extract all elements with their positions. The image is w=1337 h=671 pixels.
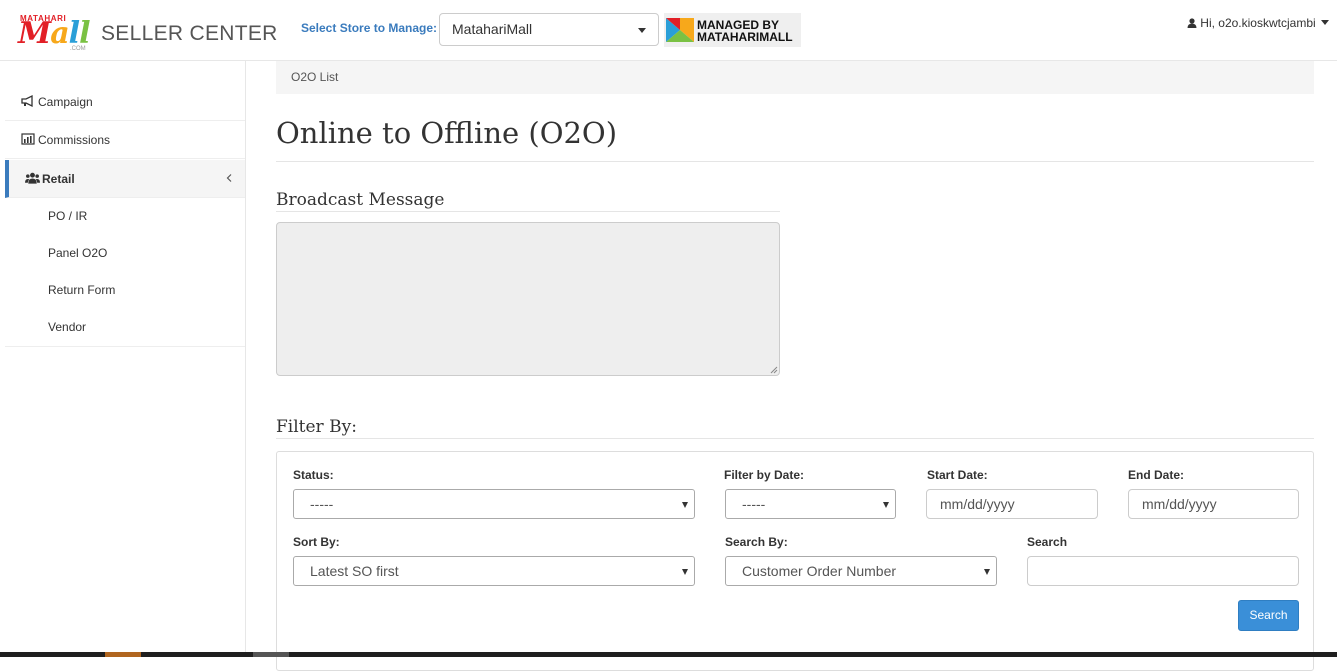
title-divider [276,161,1314,162]
user-menu[interactable]: Hi, o2o.kioskwtcjambi [1187,16,1329,30]
end-date-label: End Date: [1128,468,1185,482]
sidebar-subitem-vendor[interactable]: Vendor [48,320,86,334]
chevron-down-icon [1321,20,1329,25]
matahari-flag-icon [666,18,694,42]
search-button[interactable]: Search [1238,600,1299,631]
resize-handle-icon[interactable] [770,366,778,374]
taskbar-chunk [105,652,141,657]
sidebar-item-label: Retail [42,172,75,186]
sort-by-value: Latest SO first [310,563,399,579]
sidebar: Campaign Commissions Retail PO / IR Pane… [0,61,246,657]
chevron-down-icon [682,569,688,575]
chevron-down-icon [984,569,990,575]
filter-by-date-value: ----- [742,496,766,512]
chevron-left-icon[interactable] [226,174,232,182]
sort-by-label: Sort By: [293,535,340,549]
breadcrumb-item[interactable]: O2O List [291,70,338,84]
breadcrumb: O2O List [276,61,1314,94]
chevron-down-icon [883,502,889,508]
filter-by-date-label: Filter by Date: [724,468,805,482]
sidebar-item-campaign[interactable]: Campaign [5,83,245,121]
managed-by-text: MANAGED BY MATAHARIMALL [697,18,793,44]
search-label: Search [1027,535,1068,549]
logo-mall-text: Mall [18,16,91,51]
logo-com-text: .COM [70,46,86,52]
sidebar-item-label: Commissions [38,133,111,147]
filter-divider [276,438,1314,439]
bottom-strip [0,652,1337,657]
search-by-label: Search By: [725,535,788,549]
filter-panel: Status: ----- Filter by Date: ----- Star… [276,451,1314,671]
sidebar-divider [5,346,245,347]
filter-title: Filter By: [276,417,357,437]
top-navbar: MATAHARI Mall .COM SELLER CENTER Select … [0,0,1337,61]
broadcast-divider [276,211,780,212]
sidebar-item-retail[interactable]: Retail [5,160,245,198]
managed-by-badge: MANAGED BY MATAHARIMALL [664,13,801,47]
sidebar-subitem-po-ir[interactable]: PO / IR [48,209,87,223]
search-by-select[interactable]: Customer Order Number [725,556,997,586]
start-date-label: Start Date: [927,468,988,482]
search-by-value: Customer Order Number [742,563,897,579]
chevron-down-icon [638,28,646,33]
status-select-value: ----- [310,496,334,512]
status-label: Status: [293,468,334,482]
end-date-input[interactable]: mm/dd/yyyy [1128,489,1299,519]
status-select[interactable]: ----- [293,489,695,519]
store-select[interactable]: MatahariMall [439,13,659,46]
sidebar-item-label: Campaign [38,95,93,109]
page-title: Online to Offline (O2O) [276,116,618,150]
seller-center-title: SELLER CENTER [101,22,278,45]
start-date-placeholder: mm/dd/yyyy [940,496,1015,512]
chevron-down-icon [682,502,688,508]
filter-by-date-select[interactable]: ----- [725,489,896,519]
sidebar-subitem-panel-o2o[interactable]: Panel O2O [48,246,107,260]
user-icon [1187,18,1197,28]
store-select-value: MatahariMall [452,21,533,37]
matahari-mall-logo[interactable]: MATAHARI Mall .COM [18,14,93,52]
sort-by-select[interactable]: Latest SO first [293,556,695,586]
search-input[interactable] [1027,556,1299,586]
start-date-input[interactable]: mm/dd/yyyy [926,489,1098,519]
store-select-label: Select Store to Manage: [301,21,438,35]
bullhorn-icon [21,94,33,108]
bar-chart-icon [21,133,35,145]
taskbar-chunk [253,652,289,657]
end-date-placeholder: mm/dd/yyyy [1142,496,1217,512]
sidebar-subitem-return-form[interactable]: Return Form [48,283,115,297]
broadcast-message-textarea[interactable] [276,222,780,376]
user-greeting: Hi, o2o.kioskwtcjambi [1200,16,1316,30]
users-icon [25,172,40,184]
sidebar-item-commissions[interactable]: Commissions [5,121,245,159]
broadcast-title: Broadcast Message [276,190,445,210]
